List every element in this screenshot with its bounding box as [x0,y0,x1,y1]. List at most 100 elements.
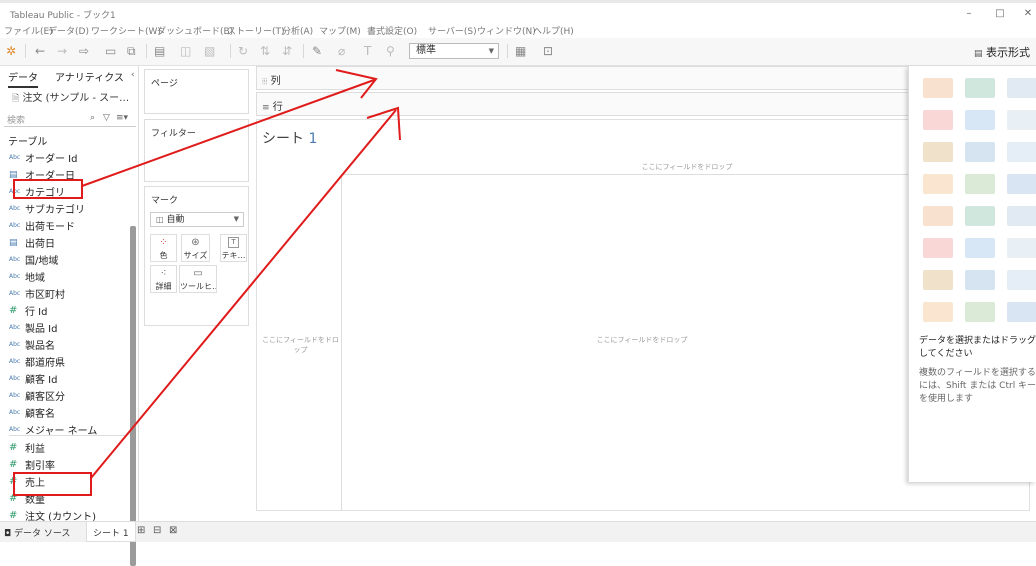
sort-desc-icon[interactable]: ⇵ [282,44,292,58]
tab-sheet-1[interactable]: シート 1 [86,522,136,542]
chart-type-thumbnail[interactable] [923,206,953,226]
group-icon[interactable]: ⌀ [338,44,345,58]
dimension-field[interactable]: Abc 製品 Id [9,320,129,336]
new-worksheet-icon[interactable]: ⊞ [137,525,145,536]
menu-server[interactable]: サーバー(S) [428,24,477,37]
dimension-field[interactable]: # 行 Id [9,303,129,319]
maximize-icon[interactable]: □ [993,8,1007,19]
dimension-field[interactable]: Abc 顧客 Id [9,371,129,387]
chart-type-thumbnail[interactable] [965,302,995,322]
dimension-field[interactable]: Abc 国/地域 [9,252,129,268]
dimension-field[interactable]: Abc サブカテゴリ [9,201,129,217]
chart-type-thumbnail[interactable] [965,206,995,226]
dimension-field[interactable]: Abc 地域 [9,269,129,285]
menu-format[interactable]: 書式設定(O) [367,24,417,37]
sort-asc-icon[interactable]: ⇅ [260,44,270,58]
measure-field[interactable]: # 利益 [9,440,129,456]
pin-icon[interactable]: ⚲ [386,44,395,58]
search-icon[interactable]: ⌕ [90,113,95,123]
chart-type-thumbnail[interactable] [923,270,953,290]
redo-icon[interactable]: → [57,44,67,58]
chart-type-thumbnail[interactable] [1007,302,1036,322]
chart-type-thumbnail[interactable] [923,302,953,322]
chart-type-thumbnail[interactable] [923,142,953,162]
menu-help[interactable]: ヘルプ(H) [533,24,574,37]
chart-type-thumbnail[interactable] [1007,270,1036,290]
chart-type-thumbnail[interactable] [923,78,953,98]
chart-type-thumbnail[interactable] [965,110,995,130]
tableau-logo-icon[interactable]: ✲ [6,44,16,58]
show-me-button[interactable]: ▤ 表示形式 [974,44,1030,60]
dimension-field[interactable]: ▤ オーダー日 [9,167,129,183]
measure-field[interactable]: # 売上 [9,474,129,490]
fit-select[interactable]: 標準 ▼ [409,43,499,59]
chart-type-thumbnail[interactable] [965,174,995,194]
tab-datasource[interactable]: ◘ データ ソース [4,526,70,539]
chart-type-thumbnail[interactable] [965,78,995,98]
dimension-field[interactable]: Abc 製品名 [9,337,129,353]
chart-type-thumbnail[interactable] [923,238,953,258]
dimension-field[interactable]: Abc 顧客名 [9,405,129,421]
new-datasource-icon[interactable]: ⧉ [127,44,136,58]
minimize-icon[interactable]: – [962,8,976,19]
new-story-icon[interactable]: ⊠ [169,525,177,536]
menu-window[interactable]: ウィンドウ(N) [477,24,536,37]
show-cards-icon[interactable]: ▦ [515,44,526,58]
collapse-pane-icon[interactable]: ‹ [131,70,135,80]
dimension-field[interactable]: Abc 都道府県 [9,354,129,370]
filter-icon[interactable]: ▽ [103,113,110,123]
chart-type-thumbnail[interactable] [965,142,995,162]
new-dashboard-icon[interactable]: ⊟ [153,525,161,536]
menu-story[interactable]: ストーリー(T) [227,24,285,37]
chart-type-thumbnail[interactable] [1007,206,1036,226]
view-options-icon[interactable]: ≡▾ [116,113,128,123]
mark-type-select[interactable]: ◫ 自動 ▼ [150,212,244,227]
row-drop-zone[interactable]: ここにフィールドをドロップ [260,175,342,511]
undo-icon[interactable]: ← [35,44,45,58]
tooltip-button[interactable]: ▭ ツールヒ… [179,265,217,293]
menu-map[interactable]: マップ(M) [319,24,361,37]
chart-type-thumbnail[interactable] [1007,110,1036,130]
menu-data[interactable]: データ(D) [48,24,89,37]
dimension-field[interactable]: Abc オーダー Id [9,150,129,166]
measure-field[interactable]: # 数量 [9,491,129,507]
highlight-icon[interactable]: ✎ [312,44,322,58]
menu-dashboard[interactable]: ダッシュボード(B) [157,24,233,37]
body-drop-zone[interactable]: ここにフィールドをドロップ [342,335,942,345]
dimension-field[interactable]: ▤ 出荷日 [9,235,129,251]
tab-data[interactable]: データ [8,69,38,88]
size-button[interactable]: ⊛ サイズ [181,234,210,262]
chart-type-thumbnail[interactable] [965,270,995,290]
new-sheet-icon[interactable]: ▤ [154,44,165,58]
chart-type-thumbnail[interactable] [1007,78,1036,98]
filters-card[interactable]: フィルター [144,119,249,182]
dimension-field[interactable]: Abc 顧客区分 [9,388,129,404]
dimension-field[interactable]: Abc 市区町村 [9,286,129,302]
presentation-icon[interactable]: ⊡ [543,44,553,58]
pages-card[interactable]: ページ [144,69,249,114]
swap-icon[interactable]: ⇨ [79,44,89,58]
clear-sheet-icon[interactable]: ▧ [204,44,215,58]
detail-button[interactable]: ⁖ 詳細 [150,265,177,293]
tab-analytics[interactable]: アナリティクス [55,69,124,84]
dimension-field[interactable]: Abc 出荷モード [9,218,129,234]
swap-rows-cols-icon[interactable]: ↻ [238,44,248,58]
text-button[interactable]: T テキ… [220,234,247,262]
measure-field[interactable]: # 割引率 [9,457,129,473]
dimension-field[interactable]: Abc カテゴリ [9,184,129,200]
datasource-item[interactable]: 🗎 注文 (サンプル - スー… [12,89,129,107]
duplicate-sheet-icon[interactable]: ◫ [180,44,191,58]
sheet-title[interactable]: シート 1 [262,128,317,148]
labels-icon[interactable]: T [364,44,371,58]
field-list-scrollbar[interactable] [130,226,136,566]
menu-analysis[interactable]: 分析(A) [282,24,313,37]
save-icon[interactable]: ▭ [105,44,116,58]
chart-type-thumbnail[interactable] [1007,142,1036,162]
menu-worksheet[interactable]: ワークシート(W) [91,24,161,37]
field-search-input[interactable]: 検索 ⌕ ▽ ≡▾ [4,113,136,127]
chart-type-thumbnail[interactable] [923,174,953,194]
close-icon[interactable]: ✕ [1021,8,1035,19]
color-button[interactable]: ⁘ 色 [150,234,177,262]
chart-type-thumbnail[interactable] [1007,238,1036,258]
chart-type-thumbnail[interactable] [965,238,995,258]
